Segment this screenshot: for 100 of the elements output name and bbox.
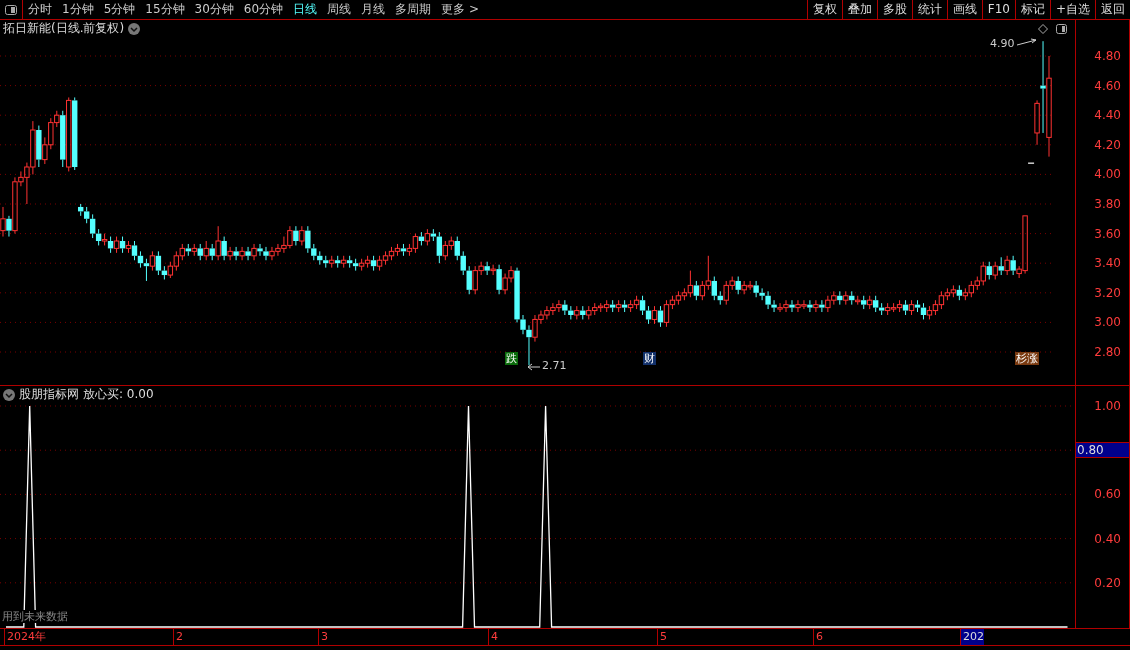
candlestick	[711, 276, 717, 301]
candlestick	[866, 295, 873, 310]
price-label: 2.71	[542, 359, 567, 372]
event-marker[interactable]: 财	[643, 352, 656, 365]
period-tab[interactable]: 周线	[322, 0, 357, 19]
date-label: 2024年	[4, 629, 46, 645]
period-tab[interactable]: 分时	[23, 0, 57, 19]
candlestick	[466, 265, 472, 295]
date-label: 6	[813, 629, 823, 645]
candlestick	[299, 225, 305, 246]
candlestick	[36, 125, 42, 168]
candlestick	[185, 243, 191, 257]
period-tab[interactable]: 月线	[356, 0, 391, 19]
candlestick	[323, 255, 329, 269]
candlestick	[155, 250, 162, 276]
panel-toggle-icon[interactable]	[5, 4, 17, 15]
date-label: 4	[488, 629, 498, 645]
candlestick	[956, 284, 963, 301]
dropdown-icon[interactable]	[3, 388, 15, 401]
candlestick	[843, 290, 849, 306]
candlestick	[1034, 99, 1040, 146]
candlestick	[526, 324, 532, 366]
candlestick	[60, 110, 66, 168]
candlestick	[609, 299, 616, 313]
candlestick	[6, 215, 12, 238]
axis-label: 1.00	[1093, 398, 1121, 414]
candlestick	[490, 264, 496, 276]
candlestick	[197, 243, 203, 261]
candlestick	[227, 246, 233, 261]
period-tab[interactable]: 5分钟	[98, 0, 141, 19]
candlestick	[861, 295, 867, 310]
candlestick	[72, 96, 78, 171]
axis-label: 4.60	[1093, 77, 1121, 94]
period-tab[interactable]: 60分钟	[238, 0, 289, 19]
period-tab[interactable]: 15分钟	[140, 0, 190, 19]
axis-label: 3.60	[1093, 225, 1121, 242]
indicator-name: 股朋指标网	[19, 386, 79, 403]
panel-toggle-icon[interactable]	[1056, 23, 1067, 34]
period-tab[interactable]: 更多 >	[436, 0, 484, 19]
axis-label: 3.80	[1093, 196, 1121, 212]
candlestick	[496, 264, 502, 295]
candlestick	[789, 299, 795, 313]
candlestick	[520, 314, 526, 335]
candlestick	[400, 243, 407, 257]
candlestick	[221, 236, 227, 261]
candlestick	[813, 299, 819, 313]
toolbar-button[interactable]: 复权	[806, 0, 842, 19]
axis-label: 0.60	[1093, 486, 1121, 503]
toolbar-button[interactable]: 叠加	[841, 0, 877, 19]
toolbar-button[interactable]: +自选	[1049, 0, 1095, 19]
candlestick	[215, 225, 221, 261]
candlestick	[514, 267, 520, 323]
candlestick	[484, 261, 490, 276]
candlestick	[1004, 255, 1010, 276]
candlestick	[329, 255, 335, 269]
period-tab[interactable]: 日线	[288, 0, 323, 19]
toolbar-button[interactable]: F10	[981, 0, 1015, 19]
price-label: 4.90	[990, 37, 1015, 50]
candlestick	[855, 295, 861, 306]
candlestick	[460, 250, 466, 276]
candlestick	[305, 225, 311, 254]
axis-label: 4.80	[1093, 48, 1121, 64]
date-label: 202	[960, 629, 984, 645]
candlestick	[131, 240, 138, 261]
event-marker[interactable]: 跌	[505, 352, 518, 365]
toolbar-button[interactable]: 返回	[1095, 0, 1130, 19]
arrow-icon	[527, 363, 541, 371]
candlestick	[837, 290, 843, 306]
date-label: 5	[657, 629, 667, 645]
warning-note: 用到未来数据	[2, 610, 68, 623]
dropdown-icon[interactable]	[128, 22, 141, 35]
candlestick	[693, 280, 700, 301]
diamond-icon[interactable]	[1038, 23, 1048, 34]
cursor-value-label: 0.80	[1076, 442, 1129, 459]
candlestick	[89, 213, 96, 239]
date-label: 2	[173, 629, 183, 645]
candlestick	[293, 225, 299, 246]
candlestick	[574, 305, 580, 320]
candlestick	[149, 250, 156, 272]
period-tab[interactable]: 多周期	[390, 0, 437, 19]
toolbar-button[interactable]: 统计	[911, 0, 947, 19]
period-tab[interactable]: 30分钟	[189, 0, 239, 19]
candlestick	[245, 246, 251, 261]
arrow-icon	[1016, 38, 1037, 46]
candlestick	[251, 243, 257, 261]
toolbar-button[interactable]: 画线	[946, 0, 982, 19]
toolbar-button[interactable]: 标记	[1014, 0, 1050, 19]
candlestick	[335, 255, 341, 269]
candlestick	[986, 261, 992, 280]
candlestick	[807, 299, 813, 313]
period-tab[interactable]: 1分钟	[57, 0, 99, 19]
candlestick	[203, 240, 209, 261]
candlestick	[1040, 40, 1046, 134]
candlestick	[0, 206, 6, 238]
candlestick	[239, 246, 245, 261]
axis-label: 0.40	[1093, 530, 1121, 547]
toolbar-button[interactable]: 多股	[876, 0, 912, 19]
candlestick	[424, 228, 431, 246]
event-marker[interactable]: 杉涨	[1015, 352, 1039, 365]
candlestick	[454, 236, 460, 261]
